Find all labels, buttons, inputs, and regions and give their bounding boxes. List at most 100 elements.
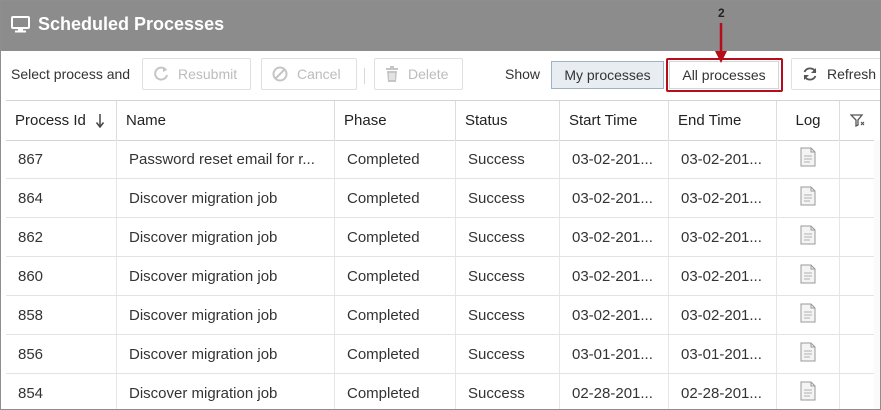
cell-name: Discover migration job [117,179,335,217]
cell-status: Success [456,218,560,256]
row-spacer [840,179,874,217]
log-cell [777,335,840,373]
header-name[interactable]: Name [117,101,335,140]
cell-phase: Completed [335,218,456,256]
select-process-label: Select process and [11,66,131,82]
row-spacer [840,257,874,295]
log-cell [777,140,840,178]
header-filter[interactable] [840,101,874,140]
row-spacer [840,335,874,373]
cell-name: Discover migration job [117,257,335,295]
cell-phase: Completed [335,296,456,334]
delete-label: Delete [408,66,449,82]
cell-phase: Completed [335,179,456,217]
log-cell [777,296,840,334]
cell-phase: Completed [335,140,456,178]
cell-end-time: 03-02-201... [669,179,777,217]
cell-status: Success [456,374,560,409]
header-phase[interactable]: Phase [335,101,456,140]
my-processes-toggle[interactable]: My processes [551,61,664,89]
table-row[interactable]: 864 Discover migration job Completed Succes… [6,179,880,218]
monitor-icon [11,16,30,38]
log-cell [777,218,840,256]
table-row[interactable]: 860 Discover migration job Completed Succes… [6,257,880,296]
cell-status: Success [456,140,560,178]
refresh-button[interactable]: Refresh [791,58,880,90]
log-file-icon[interactable] [800,381,816,405]
resubmit-icon [154,66,168,81]
table-row[interactable]: 858 Discover migration job Completed Succes… [6,296,880,335]
log-cell [777,179,840,217]
log-file-icon[interactable] [800,303,816,327]
filter-icon [849,114,864,127]
cancel-button[interactable]: Cancel [261,58,357,90]
log-file-icon[interactable] [800,186,816,210]
cell-status: Success [456,257,560,295]
cell-status: Success [456,179,560,217]
header-process-id[interactable]: Process Id [6,101,117,140]
cell-process-id: 864 [6,179,117,217]
header-start-time[interactable]: Start Time [560,101,669,140]
cell-name: Discover migration job [117,218,335,256]
refresh-icon [803,67,817,81]
resubmit-label: Resubmit [178,66,238,82]
header-log[interactable]: Log [777,101,840,140]
trash-icon [386,66,398,82]
cell-process-id: 858 [6,296,117,334]
log-cell [777,257,840,295]
cell-start-time: 03-01-201... [560,335,669,373]
toolbar-divider [364,68,365,84]
log-file-icon[interactable] [800,342,816,366]
table-row[interactable]: 862 Discover migration job Completed Succes… [6,218,880,257]
vertical-scrollbar[interactable] [874,140,880,409]
cell-start-time: 03-02-201... [560,140,669,178]
cell-name: Password reset email for r... [117,140,335,178]
window-title: Scheduled Processes [38,14,225,34]
callout-arrow-icon [715,23,727,63]
cell-name: Discover migration job [117,296,335,334]
log-file-icon[interactable] [800,147,816,171]
header-status[interactable]: Status [456,101,560,140]
arrow-down-icon [95,113,104,128]
cancel-icon [272,66,288,82]
cell-start-time: 03-02-201... [560,179,669,217]
log-cell [777,374,840,409]
show-label: Show [505,66,541,82]
row-spacer [840,374,874,409]
cell-end-time: 02-28-201... [669,374,777,409]
cell-end-time: 03-01-201... [669,335,777,373]
step-callout: 2 [712,6,732,76]
cell-phase: Completed [335,257,456,295]
cell-end-time: 03-02-201... [669,257,777,295]
cell-status: Success [456,296,560,334]
log-file-icon[interactable] [800,225,816,249]
delete-button[interactable]: Delete [374,58,463,90]
resubmit-button[interactable]: Resubmit [142,58,251,90]
cell-start-time: 02-28-201... [560,374,669,409]
cell-name: Discover migration job [117,374,335,409]
table-header: Process Id Name Phase Status Start Time … [6,100,880,141]
cell-start-time: 03-02-201... [560,296,669,334]
header-end-time[interactable]: End Time [669,101,777,140]
table-row[interactable]: 867 Password reset email for r... Complete… [6,140,880,179]
cell-phase: Completed [335,335,456,373]
row-spacer [840,296,874,334]
cell-process-id: 867 [6,140,117,178]
table-row[interactable]: 856 Discover migration job Completed Succes… [6,335,880,374]
toolbar: Select process and Resubmit Cancel Delet… [1,51,880,99]
cell-end-time: 03-02-201... [669,296,777,334]
cell-process-id: 854 [6,374,117,409]
cell-start-time: 03-02-201... [560,257,669,295]
log-file-icon[interactable] [800,264,816,288]
title-bar: Scheduled Processes [1,1,880,51]
row-spacer [840,218,874,256]
cell-process-id: 860 [6,257,117,295]
refresh-label: Refresh [827,66,877,82]
scheduled-processes-window: Scheduled Processes Select process and R… [0,0,881,410]
row-spacer [840,140,874,178]
cell-process-id: 856 [6,335,117,373]
cell-phase: Completed [335,374,456,409]
cell-name: Discover migration job [117,335,335,373]
cell-start-time: 03-02-201... [560,218,669,256]
table-row[interactable]: 854 Discover migration job Completed Succes… [6,374,880,409]
